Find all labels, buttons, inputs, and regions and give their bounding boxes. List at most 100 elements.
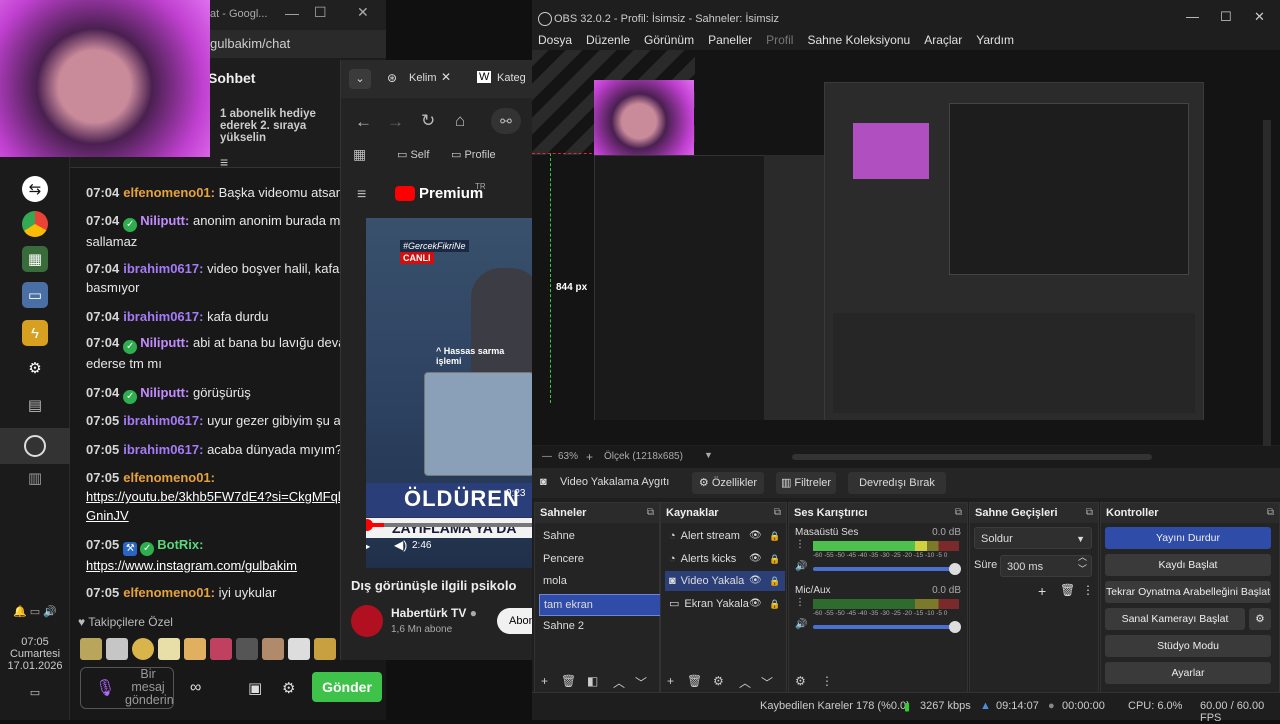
lock-icon[interactable]: 🔒	[769, 571, 780, 591]
mixer-settings-icon[interactable]: ⚙	[795, 674, 806, 688]
youtube-logo-icon[interactable]	[395, 186, 415, 201]
obs-close-icon[interactable]: ✕	[1254, 9, 1265, 25]
channel-avatar[interactable]	[351, 605, 383, 637]
move-down-icon[interactable]: ﹀	[635, 674, 647, 691]
virtual-camera-settings-icon[interactable]: ⚙	[1249, 608, 1271, 630]
chrome-icon[interactable]	[22, 211, 48, 237]
msg-user[interactable]: ibrahim0617:	[123, 442, 203, 457]
start-virtual-camera-button[interactable]: Sanal Kamerayı Başlat	[1105, 608, 1245, 630]
channel-menu-icon[interactable]: ⋮	[795, 597, 805, 608]
tray-icons[interactable]: 🔔 ▭ 🔊	[0, 605, 70, 618]
volume-icon[interactable]: ◀)	[394, 538, 407, 552]
emote[interactable]	[184, 638, 206, 660]
emote[interactable]	[106, 638, 128, 660]
properties-button[interactable]: ⚙ Özellikler	[692, 472, 764, 494]
scene-item[interactable]: tam ekran	[539, 593, 661, 616]
disable-button[interactable]: Devredışı Bırak	[848, 472, 946, 494]
zoom-in-icon[interactable]: +	[586, 450, 593, 464]
emote[interactable]	[314, 638, 336, 660]
chat-url[interactable]: gulbakim/chat	[210, 36, 290, 51]
msg-user[interactable]: Niliputt:	[140, 335, 189, 350]
menu-item-yard-m[interactable]: Yardım	[976, 33, 1014, 47]
menu-lines-icon[interactable]: ≡	[220, 154, 228, 170]
emoji-icon[interactable]: ∞	[190, 679, 201, 697]
move-up-icon[interactable]: ︿	[739, 674, 751, 691]
dock-popout-icon[interactable]: ⧉	[774, 503, 781, 523]
emote[interactable]	[236, 638, 258, 660]
microphone-icon[interactable]: 🎙	[95, 678, 115, 698]
home-icon[interactable]: ⌂	[455, 111, 465, 131]
obs-minimize-icon[interactable]: —	[1186, 9, 1199, 24]
menu-item-d-zenle[interactable]: Düzenle	[586, 33, 630, 47]
settings-gear-icon[interactable]: ⚙	[282, 679, 295, 697]
bookmark-profile[interactable]: ▭ Profile	[451, 148, 496, 161]
remove-scene-icon[interactable]: 🗑	[561, 674, 576, 688]
source-properties-icon[interactable]: ⚙	[713, 674, 724, 688]
minimize-icon[interactable]: —	[285, 5, 299, 21]
msg-link[interactable]: https://www.instagram.com/gulbakim	[86, 558, 297, 573]
chat-input[interactable]: 🎙 Bir mesaj gönderin	[80, 667, 174, 709]
scene-filter-icon[interactable]: ◧	[587, 674, 598, 688]
lock-icon[interactable]: 🔒	[769, 526, 780, 546]
tab-2[interactable]: Kateg	[497, 72, 526, 84]
msg-user[interactable]: elfenomeno01:	[123, 470, 215, 485]
msg-user[interactable]: ibrahim0617:	[123, 261, 203, 276]
obs-preview[interactable]: 844 px	[532, 50, 1280, 490]
scene-item[interactable]: Sahne 2	[539, 616, 659, 636]
menu-item-sahne-koleksiyonu[interactable]: Sahne Koleksiyonu	[807, 33, 910, 47]
gift-promo[interactable]: 1 abonelik hediye ederek 2. sıraya yükse…	[220, 108, 316, 144]
gear-icon[interactable]: ⚙	[22, 355, 48, 381]
filters-button[interactable]: ▥ Filtreler	[776, 472, 836, 494]
dock-popout-icon[interactable]: ⧉	[955, 503, 962, 523]
play-icon[interactable]: ▶	[366, 536, 370, 556]
dock-popout-icon[interactable]: ⧉	[1267, 503, 1274, 523]
move-down-icon[interactable]: ﹀	[761, 674, 773, 691]
msg-user[interactable]: ibrahim0617:	[123, 309, 203, 324]
back-icon[interactable]: ←	[355, 112, 372, 132]
pip-thumbnail[interactable]	[424, 372, 532, 476]
channel-name[interactable]: Habertürk TV ●	[391, 606, 477, 620]
folder-icon[interactable]: ▤	[22, 392, 48, 418]
scene-item[interactable]: Sahne	[539, 526, 659, 546]
zoom-out-icon[interactable]: —	[542, 451, 552, 462]
image-app-icon[interactable]: ▦	[22, 246, 48, 272]
obs-maximize-icon[interactable]: ☐	[1220, 9, 1232, 25]
tab-close-icon[interactable]: ✕	[441, 70, 451, 84]
msg-user[interactable]: Niliputt:	[140, 385, 189, 400]
visibility-eye-icon[interactable]: 👁	[749, 571, 762, 591]
file-icon[interactable]: ▥	[22, 465, 48, 491]
emote[interactable]	[210, 638, 232, 660]
youtube-premium-logo[interactable]: Premium	[419, 185, 483, 202]
msg-user[interactable]: Niliputt:	[140, 213, 189, 228]
msg-user[interactable]: elfenomeno01:	[123, 585, 215, 600]
settings-button[interactable]: Ayarlar	[1105, 662, 1271, 684]
channel-menu-icon[interactable]: ⋮	[795, 539, 805, 550]
lightning-app-icon[interactable]: ϟ	[22, 320, 48, 346]
emote[interactable]	[288, 638, 310, 660]
scale-dropdown-icon[interactable]: ▼	[704, 450, 713, 460]
start-recording-button[interactable]: Kaydı Başlat	[1105, 554, 1271, 576]
emote[interactable]	[158, 638, 180, 660]
scene-item[interactable]: mola	[539, 571, 659, 591]
menu-item-g-r-n-m[interactable]: Görünüm	[644, 33, 694, 47]
speaker-icon[interactable]: 🔊	[795, 619, 807, 630]
transition-select[interactable]: Soldur ▼	[974, 527, 1092, 549]
volume-slider-handle[interactable]	[949, 621, 961, 633]
preview-scrollbar[interactable]	[1263, 120, 1271, 490]
bookmark-self[interactable]: ▭ Self	[397, 148, 429, 161]
remove-source-icon[interactable]: 🗑	[687, 674, 702, 688]
emote[interactable]	[262, 638, 284, 660]
maximize-icon[interactable]: ☐	[314, 4, 327, 21]
scene-item[interactable]: Pencere	[539, 549, 659, 569]
emote[interactable]	[132, 638, 154, 660]
visibility-eye-icon[interactable]: 👁	[749, 594, 762, 614]
volume-slider[interactable]	[813, 563, 961, 575]
mixer-menu-icon[interactable]: ⋮	[821, 674, 833, 688]
studio-mode-button[interactable]: Stüdyo Modu	[1105, 635, 1271, 657]
menu-item-profil[interactable]: Profil	[766, 33, 793, 47]
move-up-icon[interactable]: ︿	[613, 674, 625, 691]
duration-input[interactable]: 300 ms ︿ ﹀	[1000, 552, 1092, 577]
source-item[interactable]: ◔ Alerts kicks 👁 🔒	[665, 549, 785, 569]
chat-tab-title[interactable]: at - Googl...	[210, 8, 267, 20]
monitor-app-icon[interactable]: ▭	[22, 282, 48, 308]
